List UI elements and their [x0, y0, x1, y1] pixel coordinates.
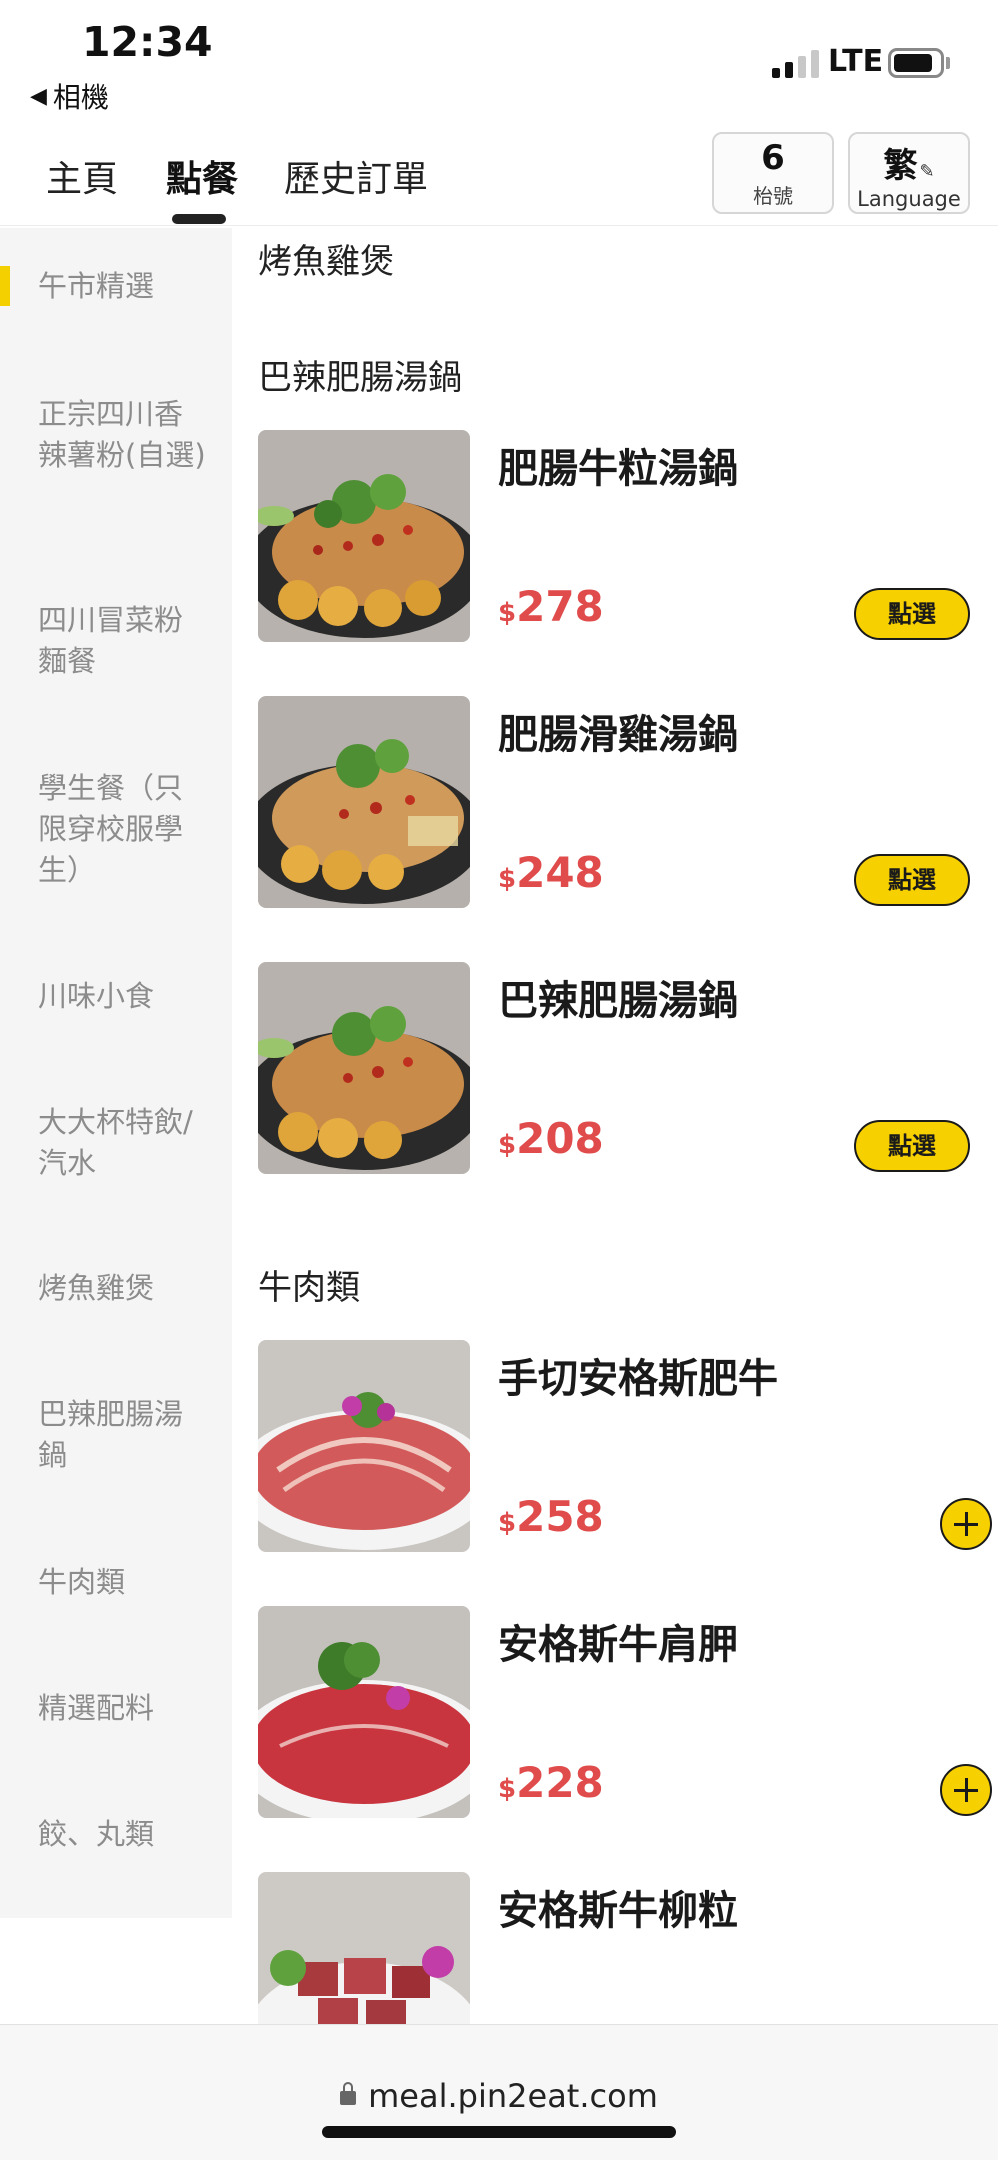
select-button[interactable]: 點選 [854, 854, 970, 906]
lock-icon [340, 2082, 357, 2105]
sidebar-item-beef[interactable]: 牛肉類 [38, 1562, 208, 1603]
sidebar-item-dumplings-balls[interactable]: 餃、丸類 [38, 1814, 208, 1855]
item-name: 安格斯牛柳粒 [498, 1888, 738, 1934]
battery-tip [946, 57, 950, 69]
menu-item[interactable]: 安格斯牛肩胛 $228 [258, 1606, 998, 1818]
browser-url-bar[interactable]: meal.pin2eat.com [0, 2024, 998, 2160]
menu-item[interactable]: 手切安格斯肥牛 $258 [258, 1340, 998, 1552]
url-display[interactable]: meal.pin2eat.com [0, 2077, 998, 2115]
table-number: 6 [761, 138, 785, 178]
pencil-icon: ✎ [919, 161, 935, 182]
food-image [258, 1606, 470, 1818]
sidebar-item-lunch-specials[interactable]: 午市精選 [38, 266, 208, 307]
item-name: 肥腸牛粒湯鍋 [498, 446, 738, 492]
food-image [258, 1872, 470, 2024]
table-number-label: 枱號 [753, 184, 793, 208]
language-button[interactable]: 繁 ✎ Language [848, 132, 970, 214]
add-to-cart-button[interactable] [940, 1764, 992, 1816]
table-number-button[interactable]: 6 枱號 [712, 132, 834, 214]
sidebar-item-fish-chicken-pot[interactable]: 烤魚雞煲 [38, 1268, 208, 1309]
tab-order-history[interactable]: 歷史訂單 [284, 150, 428, 202]
item-price: $248 [498, 848, 604, 897]
tab-home[interactable]: 主頁 [46, 150, 118, 202]
active-tab-indicator [172, 214, 226, 224]
food-image [258, 1340, 470, 1552]
sidebar-item-sichuan-snacks[interactable]: 川味小食 [38, 976, 208, 1017]
section-title: 烤魚雞煲 [258, 242, 394, 282]
food-image [258, 962, 470, 1174]
item-price: $228 [498, 1758, 604, 1807]
language-label: Language [857, 187, 961, 211]
menu-content: 烤魚雞煲 巴辣肥腸湯鍋 肥腸牛粒湯鍋 $278 點選 肥腸滑雞湯鍋 $248 點… [232, 228, 998, 2024]
section-title: 牛肉類 [258, 1268, 360, 1308]
language-char: 繁 [883, 146, 918, 186]
select-button[interactable]: 點選 [854, 588, 970, 640]
menu-item[interactable]: 安格斯牛柳粒 [258, 1872, 998, 2024]
sidebar-item-sichuan-noodles[interactable]: 正宗四川香辣薯粉(自選) [38, 394, 208, 476]
sidebar-item-student-meals[interactable]: 學生餐（只限穿校服學生） [38, 768, 208, 891]
back-app-label: 相機 [52, 81, 109, 114]
tab-order[interactable]: 點餐 [166, 150, 238, 202]
back-to-app-link[interactable]: ◀ 相機 [30, 76, 109, 116]
item-price: $278 [498, 582, 604, 631]
status-bar: 12:34 ◀ 相機 LTE [0, 0, 998, 120]
sidebar-item-drinks[interactable]: 大大杯特飲/汽水 [38, 1102, 208, 1184]
item-name: 手切安格斯肥牛 [498, 1356, 778, 1402]
item-name: 肥腸滑雞湯鍋 [498, 712, 738, 758]
menu-item[interactable]: 肥腸牛粒湯鍋 $278 點選 [258, 430, 998, 642]
url-text: meal.pin2eat.com [368, 2077, 658, 2115]
menu-item[interactable]: 巴辣肥腸湯鍋 $208 點選 [258, 962, 998, 1174]
active-category-indicator [0, 266, 10, 306]
network-type: LTE [828, 44, 884, 79]
item-name: 安格斯牛肩胛 [498, 1622, 738, 1668]
food-image [258, 430, 470, 642]
status-time: 12:34 [82, 18, 213, 66]
select-button[interactable]: 點選 [854, 1120, 970, 1172]
cellular-signal-icon [772, 48, 819, 78]
sidebar-item-maocai-sets[interactable]: 四川冒菜粉麵餐 [38, 600, 208, 682]
back-triangle-icon: ◀ [30, 83, 47, 109]
sidebar-item-intestine-hotpot[interactable]: 巴辣肥腸湯鍋 [38, 1394, 208, 1476]
sidebar-item-toppings[interactable]: 精選配料 [38, 1688, 208, 1729]
menu-item[interactable]: 肥腸滑雞湯鍋 $248 點選 [258, 696, 998, 908]
home-indicator[interactable] [322, 2126, 676, 2138]
add-to-cart-button[interactable] [940, 1498, 992, 1550]
item-price: $208 [498, 1114, 604, 1163]
category-sidebar: 午市精選 正宗四川香辣薯粉(自選) 四川冒菜粉麵餐 學生餐（只限穿校服學生） 川… [0, 228, 232, 1918]
food-image [258, 696, 470, 908]
item-name: 巴辣肥腸湯鍋 [498, 978, 738, 1024]
item-price: $258 [498, 1492, 604, 1541]
battery-icon [888, 48, 944, 78]
section-title: 巴辣肥腸湯鍋 [258, 358, 462, 398]
